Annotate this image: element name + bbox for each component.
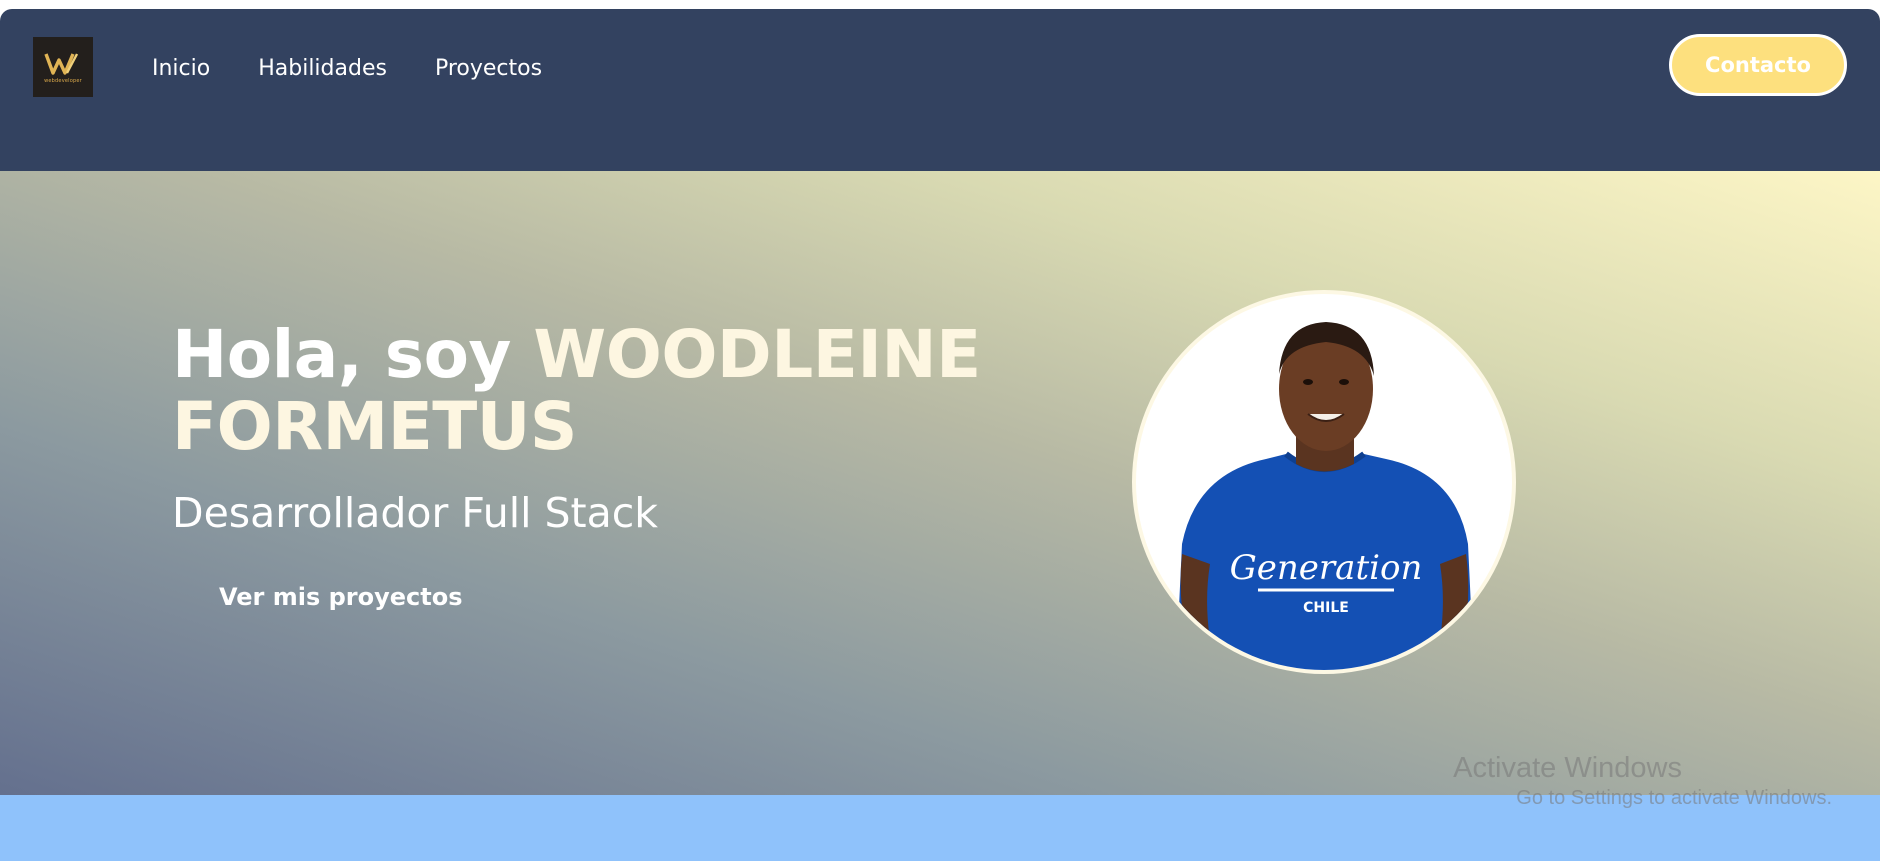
nav-link-proyectos[interactable]: Proyectos <box>435 56 542 81</box>
nav-link-habilidades[interactable]: Habilidades <box>258 56 387 81</box>
main-nav: Inicio Habilidades Proyectos <box>152 9 542 127</box>
logo-text: webdeveloper <box>44 77 82 84</box>
hero-subtitle: Desarrollador Full Stack <box>172 489 659 537</box>
portfolio-page: webdeveloper Inicio Habilidades Proyecto… <box>0 0 1880 866</box>
profile-photo: Generation CHILE <box>1136 294 1512 670</box>
profile-photo-illustration: Generation CHILE <box>1176 322 1474 670</box>
hero-title: Hola, soy WOODLEINE FORMETUS <box>172 319 1072 463</box>
contact-button[interactable]: Contacto <box>1669 34 1847 96</box>
watermark-subtitle: Go to Settings to activate Windows. <box>1516 787 1832 809</box>
hero-section: Hola, soy WOODLEINE FORMETUS Desarrollad… <box>0 171 1880 795</box>
webdeveloper-logo-icon <box>44 52 79 75</box>
shirt-brand-text: Generation <box>1230 548 1423 588</box>
nav-link-inicio[interactable]: Inicio <box>152 56 210 81</box>
windows-activation-watermark: Activate Windows Go to Settings to activ… <box>1453 752 1832 810</box>
site-logo[interactable]: webdeveloper <box>33 37 93 97</box>
view-projects-button[interactable]: Ver mis proyectos <box>219 583 463 611</box>
shirt-country-text: CHILE <box>1303 600 1349 616</box>
watermark-title: Activate Windows <box>1453 752 1682 784</box>
top-navbar: webdeveloper Inicio Habilidades Proyecto… <box>0 9 1880 171</box>
profile-photo-frame: Generation CHILE <box>1132 290 1516 674</box>
hero-greeting: Hola, soy <box>172 316 534 393</box>
